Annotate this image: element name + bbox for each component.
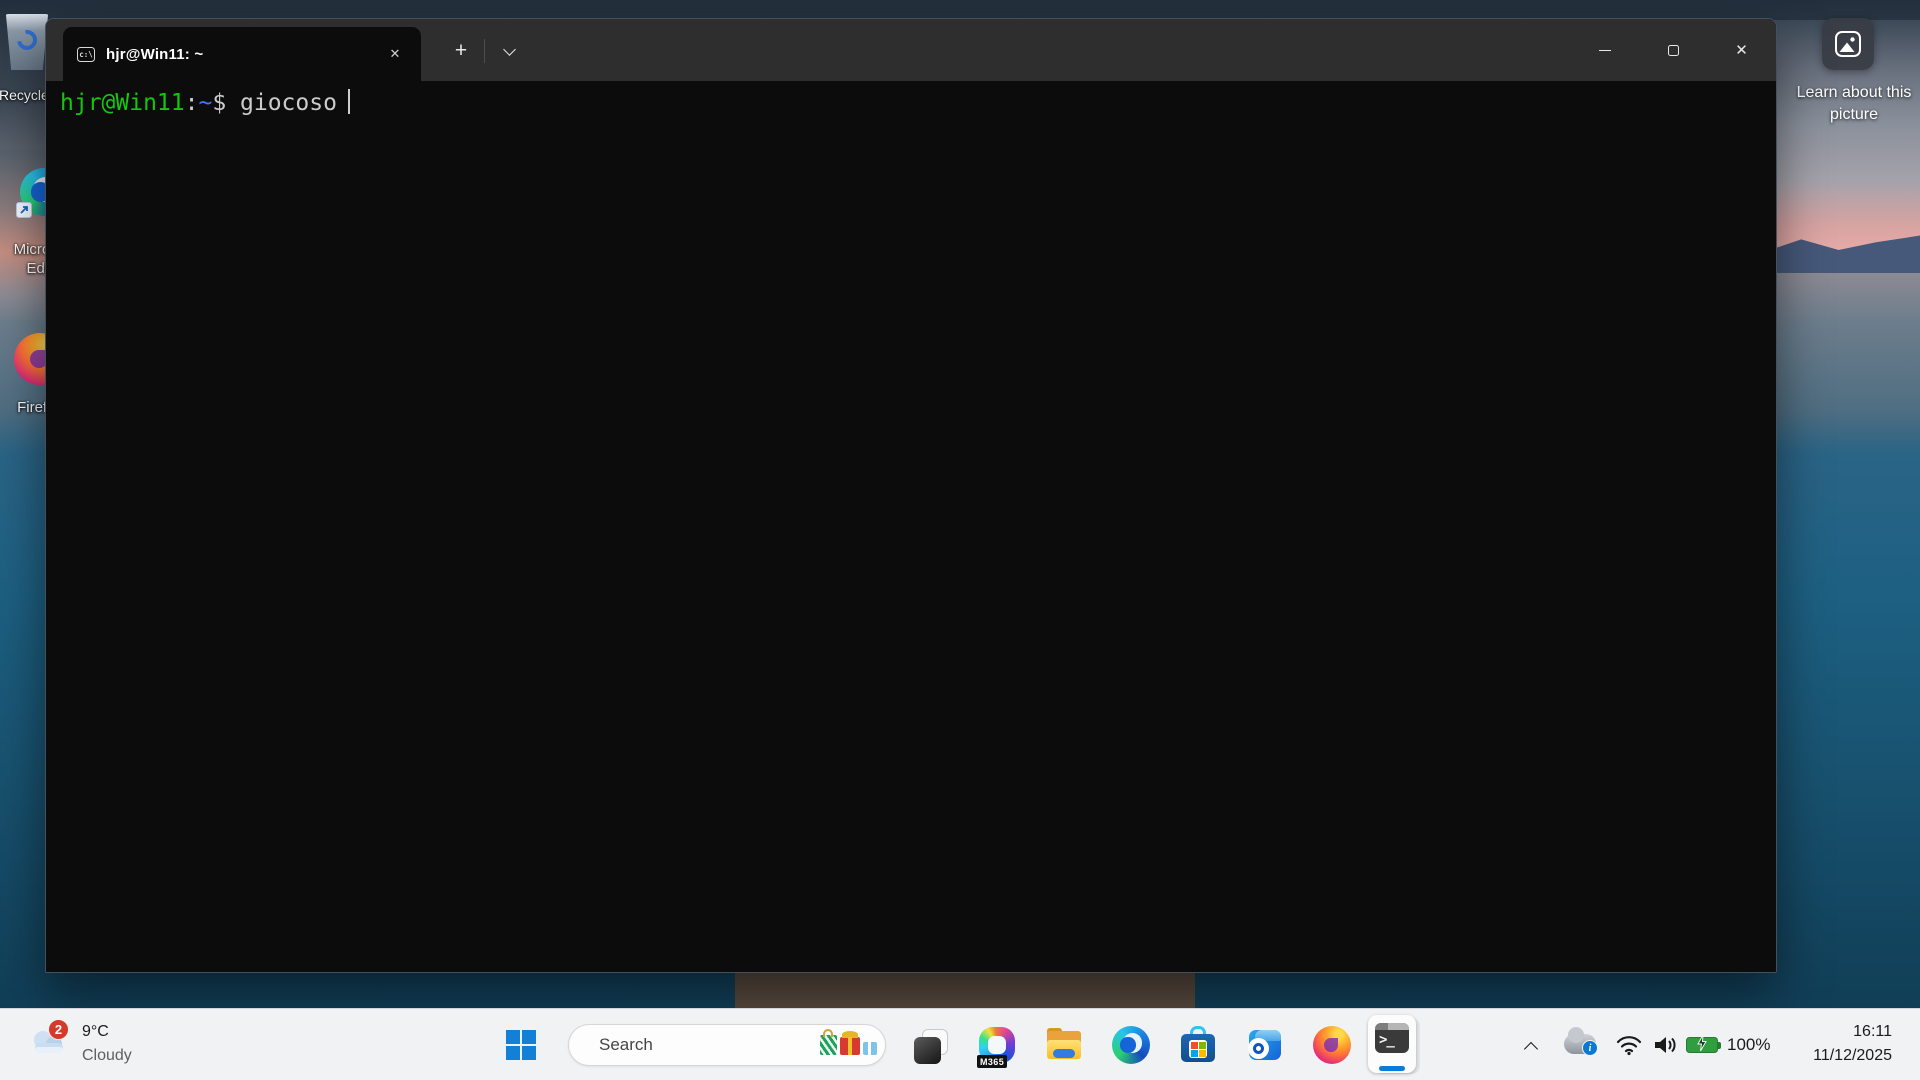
clock-time: 16:11: [1853, 1023, 1892, 1040]
weather-condition: Cloudy: [82, 1047, 132, 1064]
tray-wifi-icon[interactable]: [1614, 1031, 1644, 1059]
recycle-arrows-icon: [13, 26, 41, 54]
tab-dropdown-button[interactable]: [492, 35, 526, 67]
tray-battery[interactable]: 100%: [1686, 1029, 1786, 1061]
firefox-icon: [1313, 1026, 1351, 1064]
weather-widget[interactable]: 2 9°C Cloudy: [4, 1011, 180, 1079]
command-prompt-icon: c:\: [77, 46, 95, 62]
battery-icon: [1686, 1034, 1721, 1053]
maximize-icon: [1668, 44, 1679, 56]
taskbar-icon-edge[interactable]: [1109, 1023, 1153, 1067]
tray-clock[interactable]: 16:11 11/12/2025: [1790, 1020, 1892, 1070]
small-gift-icon: [863, 1042, 877, 1055]
minimize-icon: [1598, 49, 1611, 51]
learn-about-picture-label: Learn about this picture: [1796, 84, 1912, 123]
terminal-screen[interactable]: hjr@Win11:~$ giocoso: [46, 81, 1776, 972]
minimize-button[interactable]: [1581, 31, 1628, 69]
taskbar-icon-terminal-active[interactable]: >_: [1368, 1015, 1416, 1073]
microsoft-store-icon: [1180, 1026, 1216, 1064]
shortcut-arrow-icon: [16, 202, 32, 218]
recycle-bin-icon: [5, 14, 49, 70]
taskbar-icon-outlook[interactable]: [1243, 1023, 1287, 1067]
windows-logo-icon: [506, 1030, 536, 1060]
terminal-icon: >_: [1375, 1023, 1409, 1053]
tray-onedrive-icon[interactable]: i: [1562, 1027, 1602, 1061]
prompt-user-host: hjr@Win11: [60, 90, 185, 116]
task-view-icon: [910, 1025, 950, 1065]
taskbar-icon-task-view[interactable]: [908, 1023, 952, 1067]
typed-command: giocoso: [240, 90, 337, 116]
battery-percentage: 100%: [1727, 1035, 1771, 1054]
taskbar-icon-file-explorer[interactable]: [1042, 1023, 1086, 1067]
m365-badge: M365: [977, 1055, 1008, 1068]
speaker-icon: [1655, 1037, 1676, 1053]
wifi-icon: [1616, 1036, 1642, 1056]
gift-bag-icon: [820, 1029, 837, 1055]
prompt-line: hjr@Win11:~$ giocoso: [60, 88, 1762, 119]
tabbar-divider: [484, 39, 485, 63]
holiday-gifts-icon: [820, 1029, 877, 1055]
search-input[interactable]: [599, 1035, 820, 1055]
terminal-tab[interactable]: c:\ hjr@Win11: ~ ✕: [63, 27, 421, 81]
tab-title: hjr@Win11: ~: [106, 45, 204, 63]
notification-badge: 2: [48, 1019, 69, 1040]
maximize-button[interactable]: [1650, 31, 1697, 69]
terminal-titlebar[interactable]: c:\ hjr@Win11: ~ ✕ + ✕: [46, 19, 1776, 81]
terminal-window: c:\ hjr@Win11: ~ ✕ + ✕ hjr@Win11:~$ gioco…: [45, 18, 1777, 973]
text-cursor: [347, 89, 351, 114]
learn-about-picture-button[interactable]: [1822, 18, 1874, 70]
gift-box-icon: [840, 1031, 860, 1055]
search-box[interactable]: [568, 1024, 886, 1066]
prompt-symbol: $: [212, 90, 227, 116]
close-icon: ✕: [1735, 42, 1748, 59]
close-button[interactable]: ✕: [1718, 31, 1765, 69]
tab-close-button[interactable]: ✕: [381, 41, 409, 67]
info-badge-icon: i: [1582, 1040, 1598, 1056]
prompt-colon: :: [184, 90, 199, 116]
edge-icon: [1112, 1026, 1150, 1064]
chevron-up-icon: [1523, 1041, 1539, 1056]
charging-bolt-icon: [1697, 1034, 1707, 1052]
taskbar-icon-copilot-m365[interactable]: M365: [975, 1023, 1019, 1068]
running-indicator: [1379, 1066, 1405, 1071]
weather-temperature: 9°C: [82, 1023, 109, 1040]
start-button[interactable]: [498, 1023, 544, 1067]
picture-icon: [1835, 31, 1861, 57]
taskbar-icon-firefox[interactable]: [1310, 1023, 1354, 1067]
prompt-path: ~: [198, 90, 213, 116]
taskbar: 2 9°C Cloudy M365: [0, 1008, 1920, 1080]
chevron-down-icon: [502, 42, 516, 56]
tray-hidden-icons-button[interactable]: [1518, 1033, 1544, 1059]
tray-volume-icon[interactable]: [1650, 1031, 1680, 1059]
taskbar-icon-microsoft-store[interactable]: [1176, 1023, 1220, 1067]
clock-date: 11/12/2025: [1813, 1047, 1892, 1064]
outlook-icon: [1247, 1028, 1283, 1062]
file-explorer-icon: [1045, 1028, 1083, 1062]
new-tab-button[interactable]: +: [444, 35, 478, 67]
